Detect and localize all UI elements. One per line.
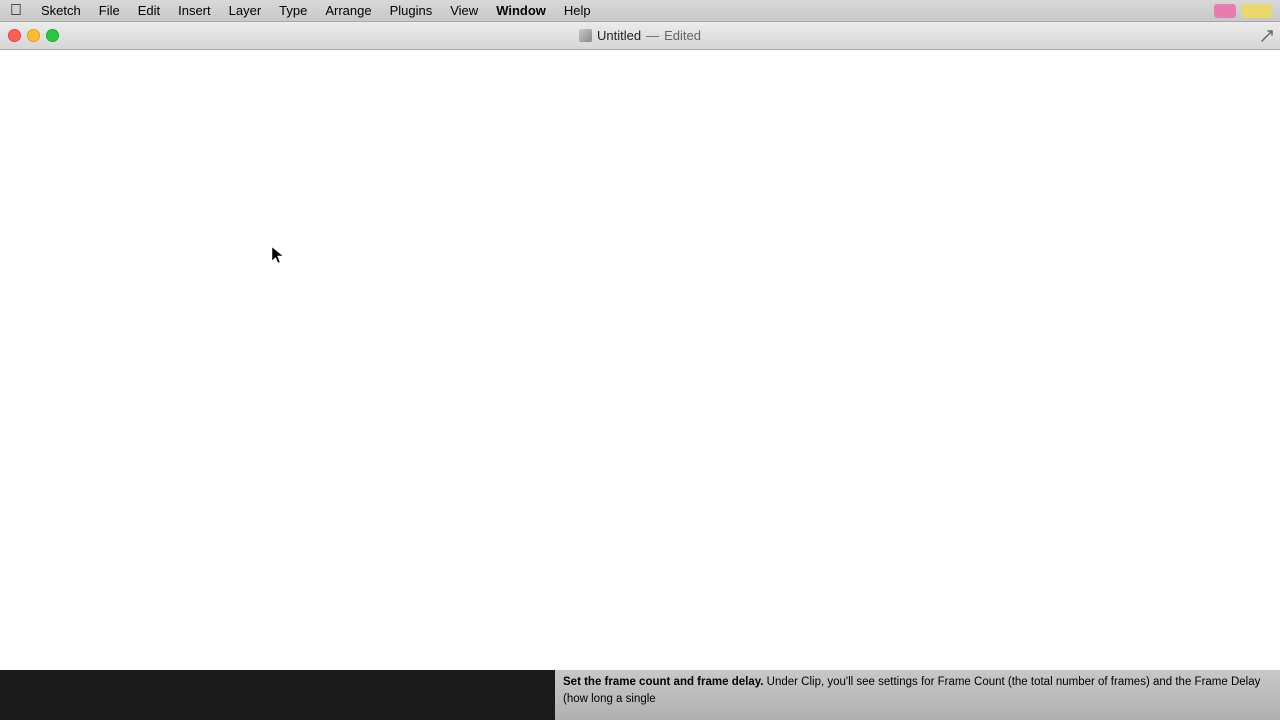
menu-item-type[interactable]: Type xyxy=(270,1,316,20)
right-icon-yellow xyxy=(1242,4,1272,18)
close-button[interactable] xyxy=(8,29,21,42)
main-canvas xyxy=(0,50,1280,670)
menu-item-arrange[interactable]: Arrange xyxy=(316,1,380,20)
title-bar: Untitled — Edited xyxy=(0,22,1280,50)
menu-item-layer[interactable]: Layer xyxy=(220,1,271,20)
menu-item-insert[interactable]: Insert xyxy=(169,1,220,20)
document-title: Untitled xyxy=(597,28,641,43)
maximize-button[interactable] xyxy=(46,29,59,42)
bottom-overlay: Set the frame count and frame delay. Und… xyxy=(0,670,1280,720)
right-icon-pink xyxy=(1214,4,1236,18)
traffic-lights xyxy=(8,29,59,42)
menu-items: Sketch File Edit Insert Layer Type Arran… xyxy=(32,1,600,20)
apple-menu-icon[interactable]:  xyxy=(0,2,32,20)
window-title: Untitled — Edited xyxy=(579,28,701,43)
menu-item-file[interactable]: File xyxy=(90,1,129,20)
minimize-button[interactable] xyxy=(27,29,40,42)
title-separator: — xyxy=(646,28,659,43)
menu-item-plugins[interactable]: Plugins xyxy=(381,1,442,20)
menu-item-view[interactable]: View xyxy=(441,1,487,20)
bottom-right-panel: Set the frame count and frame delay. Und… xyxy=(555,670,1280,720)
menu-item-edit[interactable]: Edit xyxy=(129,1,169,20)
cursor-indicator xyxy=(270,245,284,265)
menu-bar:  Sketch File Edit Insert Layer Type Arr… xyxy=(0,0,1280,22)
menu-item-window[interactable]: Window xyxy=(487,1,555,20)
bottom-left-panel xyxy=(0,670,555,720)
menu-item-sketch[interactable]: Sketch xyxy=(32,1,90,20)
resize-button[interactable] xyxy=(1260,29,1274,43)
bottom-text-content: Set the frame count and frame delay. Und… xyxy=(563,674,1272,709)
menu-item-help[interactable]: Help xyxy=(555,1,600,20)
document-icon xyxy=(579,29,592,42)
menu-right-area xyxy=(1214,4,1280,18)
document-status: Edited xyxy=(664,28,701,43)
bottom-text-bold: Set the frame count and frame delay. xyxy=(563,676,763,688)
